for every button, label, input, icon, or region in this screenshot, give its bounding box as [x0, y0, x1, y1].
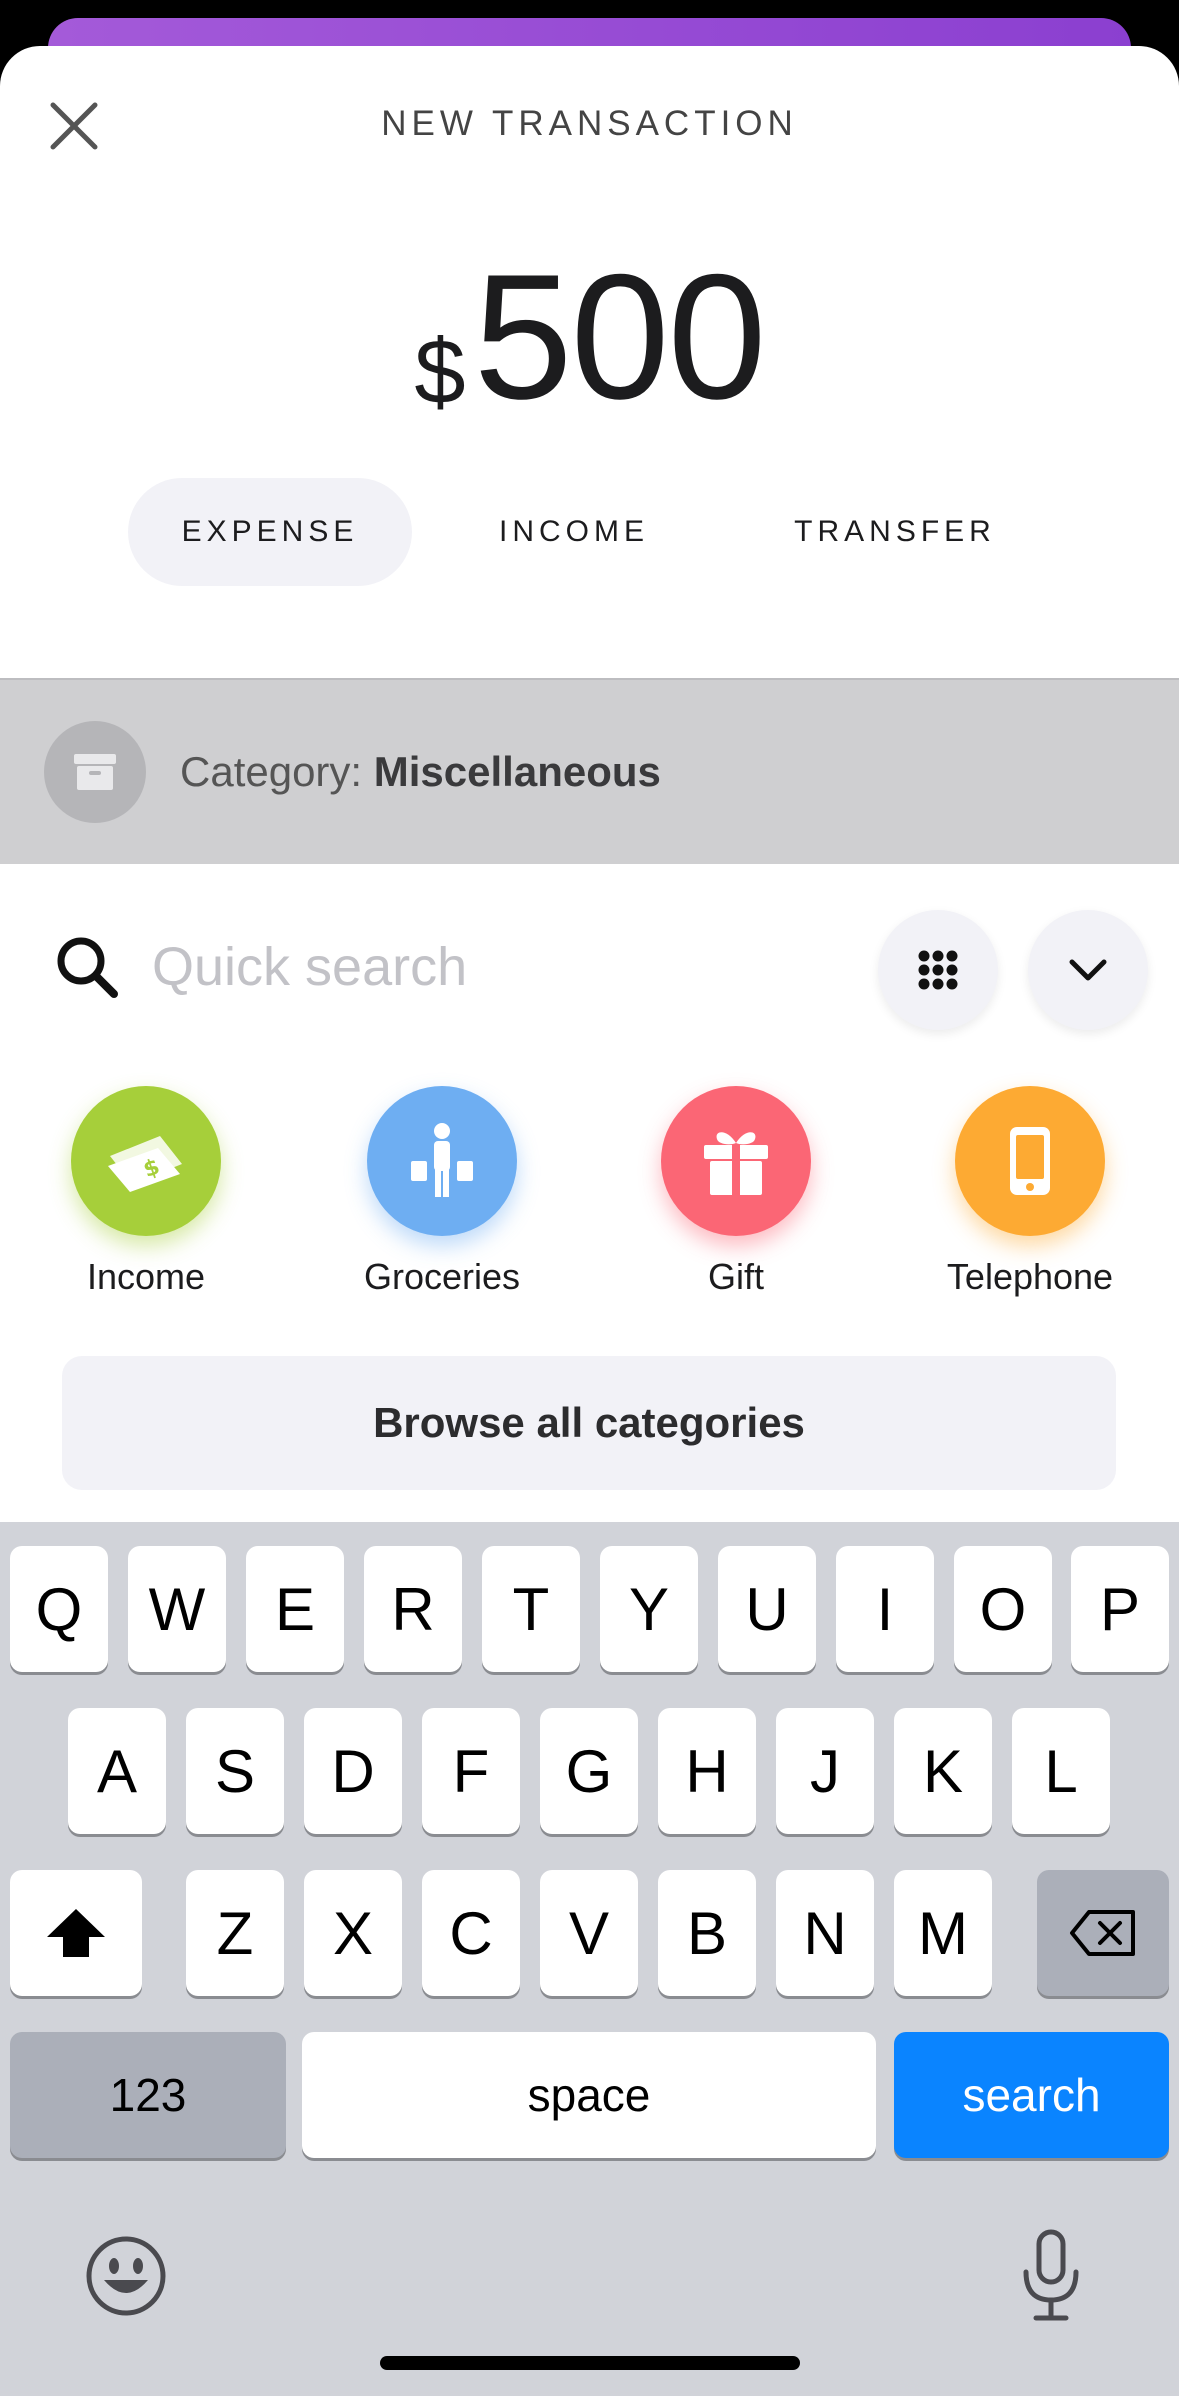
- key-r[interactable]: R: [364, 1546, 462, 1672]
- category-selector[interactable]: Category: Miscellaneous: [0, 678, 1179, 864]
- key-s[interactable]: S: [186, 1708, 284, 1834]
- key-z[interactable]: Z: [186, 1870, 284, 1996]
- key-f[interactable]: F: [422, 1708, 520, 1834]
- space-key[interactable]: space: [302, 2032, 876, 2158]
- amount-display[interactable]: $ 500: [0, 236, 1179, 426]
- tab-income[interactable]: INCOME: [452, 478, 696, 586]
- category-label: Category: Miscellaneous: [180, 748, 661, 796]
- numbers-key[interactable]: 123: [10, 2032, 286, 2158]
- page-title: NEW TRANSACTION: [381, 104, 798, 143]
- quick-category-label: Telephone: [946, 1256, 1114, 1297]
- quick-category-label: Income: [86, 1256, 206, 1297]
- key-u[interactable]: U: [718, 1546, 816, 1672]
- search-icon: [57, 937, 118, 998]
- keyboard: Q W E R T Y U I O P A S D F G H J K L Z …: [0, 1522, 1179, 2396]
- key-m[interactable]: M: [894, 1870, 992, 1996]
- key-v[interactable]: V: [540, 1870, 638, 1996]
- currency-symbol: $: [414, 321, 466, 423]
- search-key[interactable]: search: [894, 2032, 1169, 2158]
- category-name: Miscellaneous: [373, 748, 661, 795]
- key-o[interactable]: O: [954, 1546, 1052, 1672]
- browse-all-categories-button[interactable]: Browse all categories: [62, 1356, 1116, 1490]
- key-y[interactable]: Y: [600, 1546, 698, 1672]
- collapse-button[interactable]: [1028, 910, 1148, 1030]
- backspace-icon: [1070, 1910, 1135, 1956]
- key-w[interactable]: W: [128, 1546, 226, 1672]
- key-h[interactable]: H: [658, 1708, 756, 1834]
- shift-key[interactable]: [10, 1870, 142, 1996]
- key-p[interactable]: P: [1071, 1546, 1169, 1672]
- home-indicator: [380, 2356, 800, 2370]
- key-n[interactable]: N: [776, 1870, 874, 1996]
- shift-arrow-icon: [47, 1909, 105, 1957]
- key-g[interactable]: G: [540, 1708, 638, 1834]
- key-t[interactable]: T: [482, 1546, 580, 1672]
- key-i[interactable]: I: [836, 1546, 934, 1672]
- key-x[interactable]: X: [304, 1870, 402, 1996]
- search-row: [0, 894, 1179, 1034]
- key-b[interactable]: B: [658, 1870, 756, 1996]
- key-c[interactable]: C: [422, 1870, 520, 1996]
- emoji-icon: [86, 2236, 166, 2316]
- chevron-down-icon: [1069, 959, 1107, 981]
- shopper-icon: [367, 1086, 517, 1236]
- quick-category-income[interactable]: $ Income: [26, 1086, 266, 1298]
- money-icon: $: [71, 1086, 221, 1236]
- key-q[interactable]: Q: [10, 1546, 108, 1672]
- phone-icon: [955, 1086, 1105, 1236]
- tab-expense[interactable]: EXPENSE: [128, 478, 412, 586]
- archive-icon: [44, 721, 146, 823]
- quick-category-telephone[interactable]: Telephone: [910, 1086, 1150, 1298]
- dictation-button[interactable]: [1016, 2228, 1086, 2324]
- grid-view-button[interactable]: [878, 910, 998, 1030]
- key-l[interactable]: L: [1012, 1708, 1110, 1834]
- search-input[interactable]: [152, 924, 852, 1010]
- quick-category-groceries[interactable]: Groceries: [322, 1086, 562, 1298]
- delete-key[interactable]: [1037, 1870, 1169, 1996]
- tab-transfer[interactable]: TRANSFER: [760, 478, 1030, 586]
- transaction-type-tabs: EXPENSE INCOME TRANSFER: [0, 478, 1179, 586]
- key-k[interactable]: K: [894, 1708, 992, 1834]
- key-d[interactable]: D: [304, 1708, 402, 1834]
- emoji-button[interactable]: [84, 2234, 168, 2318]
- quick-category-label: Groceries: [363, 1256, 521, 1297]
- gift-icon: [661, 1086, 811, 1236]
- quick-categories: $ Income Groceries Gift Telephone: [0, 1086, 1179, 1346]
- key-a[interactable]: A: [68, 1708, 166, 1834]
- microphone-icon: [1023, 2229, 1079, 2321]
- amount-value: 500: [473, 237, 767, 436]
- quick-category-label: Gift: [707, 1256, 764, 1297]
- key-j[interactable]: J: [776, 1708, 874, 1834]
- category-prefix: Category:: [180, 748, 363, 795]
- quick-category-gift[interactable]: Gift: [616, 1086, 856, 1298]
- grid-icon: [918, 950, 958, 990]
- key-e[interactable]: E: [246, 1546, 344, 1672]
